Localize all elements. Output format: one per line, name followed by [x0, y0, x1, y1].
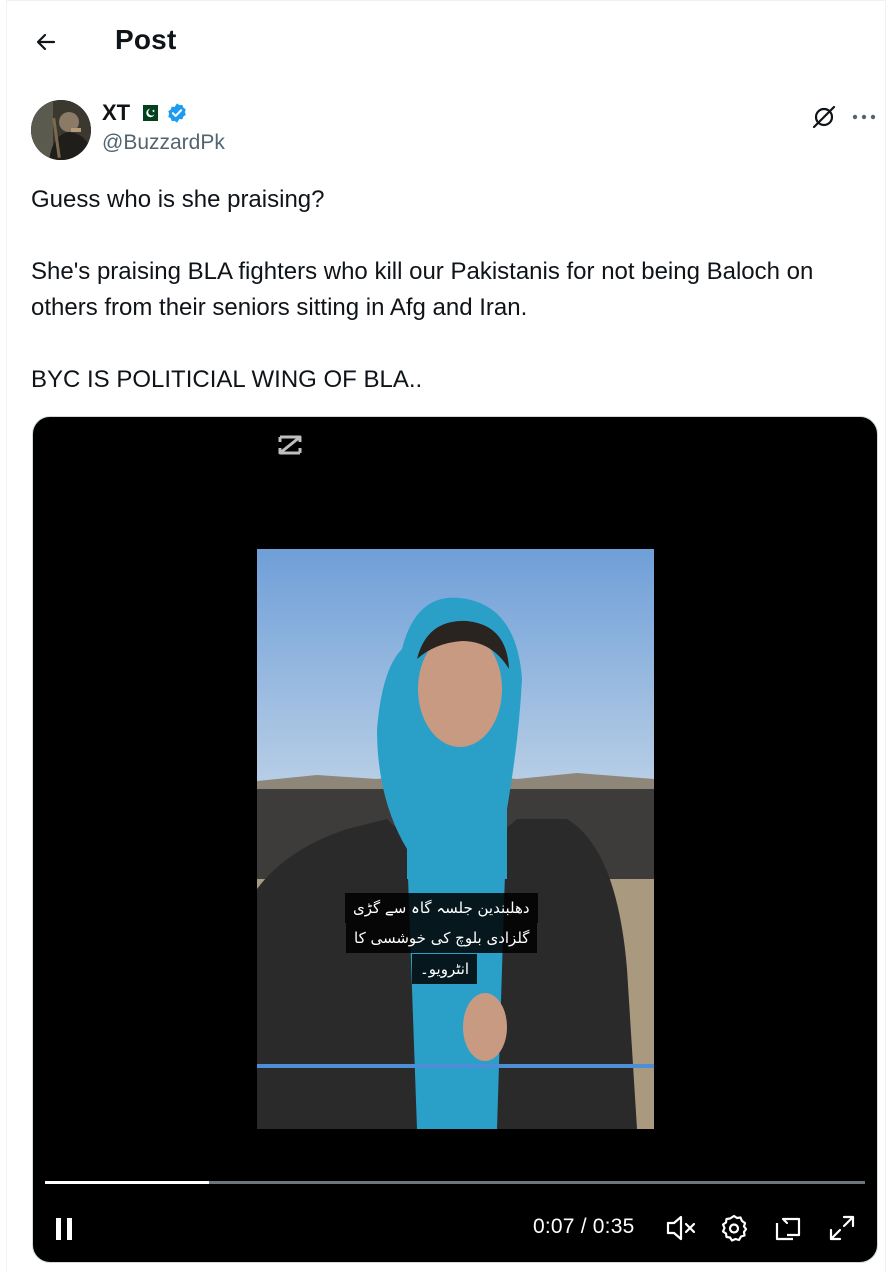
video-controls: 0:07 / 0:35: [33, 1197, 877, 1257]
post-text: Guess who is she praising? She's praisin…: [31, 182, 871, 398]
picture-in-picture-button[interactable]: [773, 1213, 803, 1248]
post-paragraph: Guess who is she praising?: [31, 186, 325, 213]
author-handle[interactable]: @BuzzardPk: [102, 131, 225, 155]
post-paragraph: BYC IS POLITICIAL WING OF BLA..: [31, 366, 423, 393]
video-progress-bar[interactable]: [45, 1181, 865, 1184]
settings-button[interactable]: [719, 1213, 749, 1248]
video-progress-fill: [45, 1181, 209, 1184]
video-frame: [257, 549, 654, 1129]
author-name[interactable]: XT: [102, 100, 130, 126]
author-name-row: XT: [102, 100, 188, 126]
arrow-left-icon: [36, 33, 56, 51]
more-horizontal-icon: [852, 114, 876, 120]
pause-icon: [56, 1218, 72, 1240]
verified-badge-icon: [168, 103, 186, 123]
video-player[interactable]: دھلبندین جلسہ گاہ سے گڑی گلزادی بلوچ کی …: [32, 416, 878, 1263]
grok-button[interactable]: [810, 103, 838, 131]
page-title: Post: [115, 24, 177, 55]
video-subtitle-line-2: گلزادی بلوچ کی خوشسی کا: [346, 923, 538, 953]
grok-icon: [812, 105, 836, 129]
mute-button[interactable]: [665, 1213, 697, 1248]
gear-icon: [721, 1214, 748, 1242]
video-subtitle-line-3: انٹرویو۔: [412, 954, 478, 984]
video-time: 0:07 / 0:35: [533, 1215, 635, 1238]
fullscreen-button[interactable]: [827, 1213, 857, 1248]
avatar[interactable]: [31, 100, 91, 160]
back-button[interactable]: [30, 28, 62, 56]
video-subtitle-line-1: دھلبندین جلسہ گاہ سے گڑی: [345, 893, 538, 923]
post-header: Post: [0, 0, 893, 84]
picture-in-picture-icon: [775, 1217, 801, 1241]
more-button[interactable]: [850, 103, 878, 131]
capcut-watermark-icon: [278, 435, 302, 455]
volume-muted-icon: [666, 1215, 696, 1241]
pakistan-flag-icon: [138, 105, 159, 121]
pause-button[interactable]: [51, 1215, 79, 1248]
fullscreen-icon: [829, 1215, 855, 1241]
post-paragraph: She's praising BLA fighters who kill our…: [31, 258, 814, 321]
